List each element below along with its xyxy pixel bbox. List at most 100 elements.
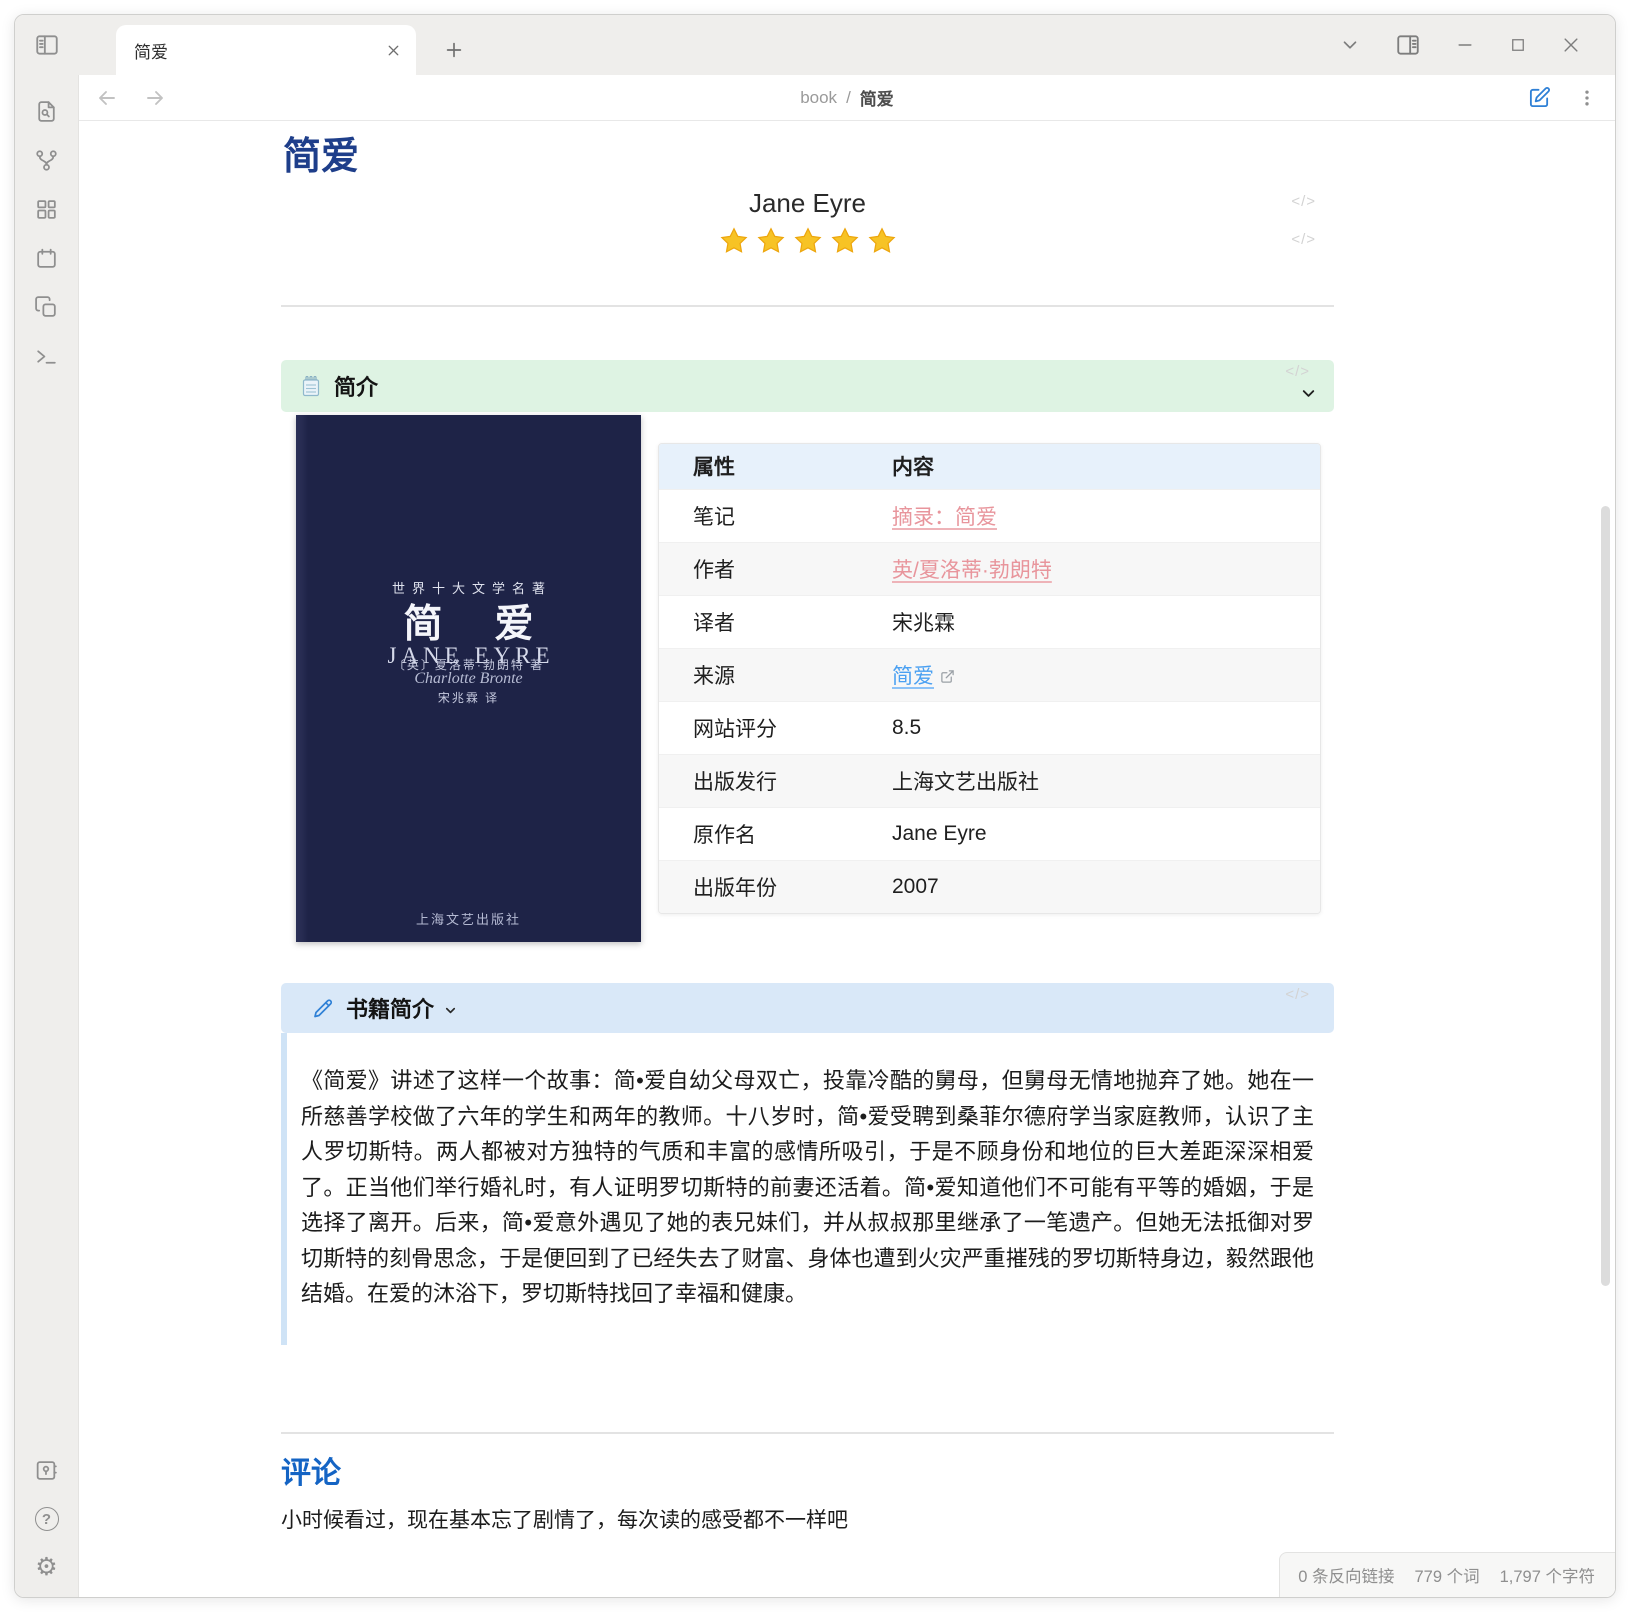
table-row: 来源简爱 [659,648,1320,701]
property-value: 8.5 [892,701,1320,754]
star-icon [793,226,823,256]
rating-stars [281,225,1334,257]
property-value: 2007 [892,860,1320,913]
canvas-dashboard-icon[interactable] [34,197,59,222]
table-header-content: 内容 [892,444,1320,489]
property-label: 译者 [659,595,892,648]
terminal-icon[interactable] [34,344,59,369]
settings-gear-icon[interactable] [35,1555,57,1579]
status-bar: 0 条反向链接 779 个词 1,797 个字符 [1279,1552,1615,1597]
property-label: 原作名 [659,807,892,860]
intro-callout-header[interactable]: 简介 </> [281,360,1334,412]
tab-jane-eyre[interactable]: 简爱 [116,25,416,75]
divider [281,305,1334,307]
calendar-icon[interactable] [34,246,59,271]
new-tab-icon[interactable] [443,39,465,61]
graph-view-icon[interactable] [34,148,59,173]
breadcrumb-separator: / [846,88,851,108]
book-subtitle: Jane Eyre [281,187,1334,219]
property-value: 上海文艺出版社 [892,754,1320,807]
breadcrumb-current[interactable]: 简爱 [860,85,894,110]
right-sidebar-toggle-icon[interactable] [1395,32,1421,58]
table-row: 网站评分8.5 [659,701,1320,754]
maximize-icon[interactable] [1509,36,1527,54]
vault-switcher-icon[interactable] [34,1458,59,1483]
nav-back-icon[interactable] [95,86,119,110]
close-window-icon[interactable] [1561,35,1581,55]
edit-block-icon[interactable]: </> [1291,231,1316,248]
cover-publisher: 上海文艺出版社 [296,909,641,928]
property-label: 来源 [659,648,892,701]
cover-translator-line: 宋兆霖 译 [296,689,641,706]
search-file-icon[interactable] [34,99,59,124]
star-icon [830,226,860,256]
notepad-icon [299,374,323,398]
more-options-icon[interactable] [1577,88,1597,108]
app-window: 简爱 [14,14,1616,1598]
divider [281,1432,1334,1434]
tab-list-chevron-icon[interactable] [1339,34,1361,56]
summary-callout-title: 书籍简介 [346,992,434,1024]
char-count: 1,797 个字符 [1500,1563,1595,1587]
summary-callout-header[interactable]: 书籍简介 </> [281,983,1334,1033]
comments-heading: 评论 [281,1455,1334,1493]
tab-bar: 简爱 [15,15,1615,75]
property-value: 宋兆霖 [892,595,1320,648]
collapse-chevron-icon[interactable] [443,1003,458,1018]
breadcrumb-folder[interactable]: book [800,88,837,108]
page-title: 简爱 [283,135,1334,179]
copy-files-icon[interactable] [34,295,59,320]
table-row: 作者英/夏洛蒂·勃朗特 [659,542,1320,595]
property-label: 作者 [659,542,892,595]
book-summary-text: 《简爱》讲述了这样一个故事：简•爱自幼父母双亡，投靠冷酷的舅母，但舅母无情地抛弃… [301,1063,1314,1312]
star-icon [719,226,749,256]
backlinks-count[interactable]: 0 条反向链接 [1298,1563,1394,1587]
property-label: 出版发行 [659,754,892,807]
tab-close-icon[interactable] [385,42,402,59]
table-header-attribute: 属性 [659,444,892,489]
pencil-icon [311,996,335,1020]
word-count: 779 个词 [1415,1563,1480,1587]
minimize-icon[interactable] [1455,35,1475,55]
table-row: 出版年份2007 [659,860,1320,913]
property-value: 摘录：简爱 [892,489,1320,542]
property-label: 笔记 [659,489,892,542]
property-label: 网站评分 [659,701,892,754]
edit-mode-icon[interactable] [1528,86,1551,109]
star-icon [867,226,897,256]
breadcrumb[interactable]: book / 简爱 [800,85,894,110]
left-ribbon [15,75,79,1597]
edit-block-icon[interactable]: </> [1285,986,1310,1003]
help-icon[interactable] [35,1507,59,1531]
property-label: 出版年份 [659,860,892,913]
left-sidebar-toggle-icon[interactable] [34,32,60,58]
cover-author-en: Charlotte Bronte [296,670,641,688]
cover-title-cn: 简爱 [296,593,641,649]
edit-block-icon[interactable]: </> [1291,193,1316,210]
main-view: book / 简爱 [79,75,1615,1597]
scrollbar[interactable] [1601,506,1610,1286]
property-value: Jane Eyre [892,807,1320,860]
intro-callout-title: 简介 [334,370,378,402]
note-content: 简爱 Jane Eyre </> </> [79,121,1615,1597]
view-header: book / 简爱 [79,75,1615,121]
table-row: 译者宋兆霖 [659,595,1320,648]
collapse-chevron-icon[interactable] [1299,384,1318,403]
external-link-icon[interactable] [934,665,955,688]
summary-callout-body: 《简爱》讲述了这样一个故事：简•爱自幼父母双亡，投靠冷酷的舅母，但舅母无情地抛弃… [281,1033,1334,1345]
star-icon [756,226,786,256]
nav-forward-icon[interactable] [143,86,167,110]
property-value: 英/夏洛蒂·勃朗特 [892,542,1320,595]
external-link[interactable]: 简爱 [892,665,934,688]
internal-link[interactable]: 英/夏洛蒂·勃朗特 [892,559,1052,582]
properties-table: 属性 内容 笔记摘录：简爱作者英/夏洛蒂·勃朗特译者宋兆霖来源简爱网站评分8.5… [658,443,1321,914]
property-value: 简爱 [892,648,1320,701]
table-row: 出版发行上海文艺出版社 [659,754,1320,807]
table-row: 原作名Jane Eyre [659,807,1320,860]
tab-title: 简爱 [134,38,385,63]
edit-block-icon[interactable]: </> [1285,363,1310,380]
table-row: 笔记摘录：简爱 [659,489,1320,542]
comment-text: 小时候看过，现在基本忘了剧情了，每次读的感受都不一样吧 [281,1504,1334,1534]
book-cover-image: 世界十大文学名著 简爱 JANE EYRE 〔英〕夏洛蒂·勃朗特 著 Charl… [296,415,641,942]
internal-link[interactable]: 摘录：简爱 [892,506,997,529]
